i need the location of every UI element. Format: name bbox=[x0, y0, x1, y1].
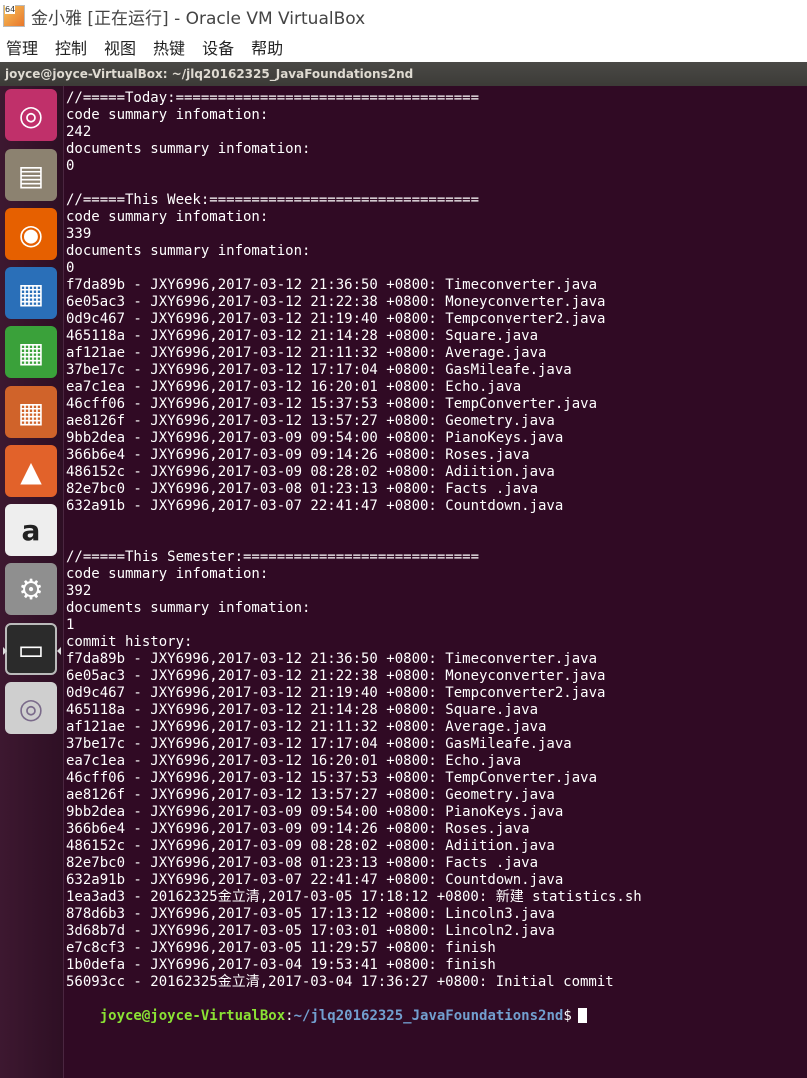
text-cursor bbox=[577, 1008, 587, 1023]
terminal-line: f7da89b - JXY6996,2017-03-12 21:36:50 +0… bbox=[66, 651, 598, 667]
terminal-line: 82e7bc0 - JXY6996,2017-03-08 01:23:13 +0… bbox=[66, 481, 539, 497]
terminal-line: af121ae - JXY6996,2017-03-12 21:11:32 +0… bbox=[66, 345, 547, 361]
terminal-line: 632a91b - JXY6996,2017-03-07 22:41:47 +0… bbox=[66, 498, 564, 514]
terminal-line: documents summary infomation: bbox=[66, 141, 311, 157]
launcher-item[interactable]: ▦ bbox=[5, 267, 57, 319]
terminal-line: 339 bbox=[66, 226, 92, 242]
terminal-line: 1 bbox=[66, 617, 75, 633]
terminal-line: documents summary infomation: bbox=[66, 243, 311, 259]
terminal-line: ea7c1ea - JXY6996,2017-03-12 16:20:01 +0… bbox=[66, 379, 522, 395]
launcher-item[interactable]: ◎ bbox=[5, 682, 57, 734]
terminal-line: 46cff06 - JXY6996,2017-03-12 15:37:53 +0… bbox=[66, 770, 598, 786]
menu-help[interactable]: 帮助 bbox=[251, 35, 283, 59]
terminal-lines: //=====Today:===========================… bbox=[66, 90, 807, 991]
terminal-line: 9bb2dea - JXY6996,2017-03-09 09:54:00 +0… bbox=[66, 804, 564, 820]
prompt-colon: : bbox=[285, 1008, 294, 1024]
prompt-path: ~/jlq20162325_JavaFoundations2nd bbox=[293, 1008, 564, 1024]
libreoffice-calc-icon: ▦ bbox=[17, 335, 45, 369]
terminal-line: ae8126f - JXY6996,2017-03-12 13:57:27 +0… bbox=[66, 413, 555, 429]
menu-hotkeys[interactable]: 热键 bbox=[153, 35, 185, 59]
firefox-icon: ◉ bbox=[18, 217, 44, 251]
terminal-line: documents summary infomation: bbox=[66, 600, 311, 616]
prompt-user-host: joyce@joyce-VirtualBox bbox=[99, 1008, 286, 1024]
launcher-item[interactable]: a bbox=[5, 504, 57, 556]
terminal-line: 366b6e4 - JXY6996,2017-03-09 09:14:26 +0… bbox=[66, 447, 530, 463]
launcher-item[interactable]: ▲ bbox=[5, 445, 57, 497]
terminal-line: 82e7bc0 - JXY6996,2017-03-08 01:23:13 +0… bbox=[66, 855, 539, 871]
window-title: 金小雅 [正在运行] - Oracle VM VirtualBox bbox=[31, 8, 366, 29]
prompt-symbol: $ bbox=[563, 1008, 572, 1024]
terminal-line: 878d6b3 - JXY6996,2017-03-05 17:13:12 +0… bbox=[66, 906, 555, 922]
terminal-titlebar: joyce@joyce-VirtualBox: ~/jlq20162325_Ja… bbox=[0, 62, 807, 86]
terminal-line: 465118a - JXY6996,2017-03-12 21:14:28 +0… bbox=[66, 702, 539, 718]
terminal-line: 37be17c - JXY6996,2017-03-12 17:17:04 +0… bbox=[66, 362, 572, 378]
launcher-item[interactable]: ▤ bbox=[5, 149, 57, 201]
terminal-line: 486152c - JXY6996,2017-03-09 08:28:02 +0… bbox=[66, 464, 555, 480]
terminal-line: 465118a - JXY6996,2017-03-12 21:14:28 +0… bbox=[66, 328, 539, 344]
dvd-icon: ◎ bbox=[18, 691, 44, 725]
app-icon-badge: 64 bbox=[5, 5, 16, 14]
files-icon: ▤ bbox=[17, 158, 45, 192]
unity-launcher: ◎ ▤ ◉ ▦ ▦ ▦ ▲ a ⚙ ▭ ◎ bbox=[0, 86, 64, 1078]
terminal-line: //=====This Semester:===================… bbox=[66, 549, 480, 565]
menu-manage[interactable]: 管理 bbox=[6, 35, 38, 59]
virtualbox-app-icon[interactable]: 64 bbox=[3, 5, 25, 27]
terminal-line: 6e05ac3 - JXY6996,2017-03-12 21:22:38 +0… bbox=[66, 294, 606, 310]
terminal-line: 1b0defa - JXY6996,2017-03-04 19:53:41 +0… bbox=[66, 957, 496, 973]
virtualbox-titlebar: 64 金小雅 [正在运行] - Oracle VM VirtualBox bbox=[0, 0, 807, 32]
terminal-line: af121ae - JXY6996,2017-03-12 21:11:32 +0… bbox=[66, 719, 547, 735]
terminal-line: 392 bbox=[66, 583, 92, 599]
terminal-line: code summary infomation: bbox=[66, 107, 269, 123]
focused-indicator bbox=[57, 647, 61, 655]
menu-devices[interactable]: 设备 bbox=[202, 35, 234, 59]
terminal-line: 37be17c - JXY6996,2017-03-12 17:17:04 +0… bbox=[66, 736, 572, 752]
terminal-line: 56093cc - 20162325金立清,2017-03-04 17:36:2… bbox=[66, 974, 614, 990]
terminal-line: 0 bbox=[66, 158, 75, 174]
terminal-line: 242 bbox=[66, 124, 92, 140]
launcher-item[interactable]: ▦ bbox=[5, 386, 57, 438]
terminal-line: 9bb2dea - JXY6996,2017-03-09 09:54:00 +0… bbox=[66, 430, 564, 446]
launcher-item[interactable]: ▦ bbox=[5, 326, 57, 378]
shell-prompt[interactable]: joyce@joyce-VirtualBox:~/jlq20162325_Jav… bbox=[66, 991, 807, 1024]
libreoffice-impress-icon: ▦ bbox=[17, 395, 45, 429]
virtualbox-menubar: 管理 控制 视图 热键 设备 帮助 bbox=[0, 32, 807, 62]
terminal-line: commit history: bbox=[66, 634, 193, 650]
terminal-line: 46cff06 - JXY6996,2017-03-12 15:37:53 +0… bbox=[66, 396, 598, 412]
terminal-line: 0d9c467 - JXY6996,2017-03-12 21:19:40 +0… bbox=[66, 311, 606, 327]
terminal-line: //=====Today:===========================… bbox=[66, 90, 480, 106]
terminal-line: 632a91b - JXY6996,2017-03-07 22:41:47 +0… bbox=[66, 872, 564, 888]
terminal-line: 0 bbox=[66, 260, 75, 276]
terminal-line: 486152c - JXY6996,2017-03-09 08:28:02 +0… bbox=[66, 838, 555, 854]
launcher-item[interactable]: ⚙ bbox=[5, 563, 57, 615]
libreoffice-writer-icon: ▦ bbox=[17, 276, 45, 310]
menu-view[interactable]: 视图 bbox=[104, 35, 136, 59]
terminal-line: code summary infomation: bbox=[66, 566, 269, 582]
software-center-icon: ▲ bbox=[20, 454, 42, 488]
launcher-item[interactable]: ◉ bbox=[5, 208, 57, 260]
terminal-line: //=====This Week:=======================… bbox=[66, 192, 480, 208]
menu-control[interactable]: 控制 bbox=[55, 35, 87, 59]
launcher-item[interactable]: ◎ bbox=[5, 89, 57, 141]
terminal-line: 3d68b7d - JXY6996,2017-03-05 17:03:01 +0… bbox=[66, 923, 555, 939]
launcher-item[interactable]: ▭ bbox=[3, 623, 61, 675]
running-indicator bbox=[3, 647, 7, 655]
terminal-line: 1ea3ad3 - 20162325金立清,2017-03-05 17:18:1… bbox=[66, 889, 642, 905]
terminal-line: code summary infomation: bbox=[66, 209, 269, 225]
terminal-icon: ▭ bbox=[17, 632, 45, 666]
system-settings-icon: ⚙ bbox=[18, 572, 44, 606]
ubuntu-dash-icon: ◎ bbox=[18, 98, 44, 132]
amazon-icon: a bbox=[21, 513, 41, 547]
terminal-line: f7da89b - JXY6996,2017-03-12 21:36:50 +0… bbox=[66, 277, 598, 293]
terminal-line: 0d9c467 - JXY6996,2017-03-12 21:19:40 +0… bbox=[66, 685, 606, 701]
terminal-output[interactable]: //=====Today:===========================… bbox=[64, 86, 807, 1078]
terminal-line: ae8126f - JXY6996,2017-03-12 13:57:27 +0… bbox=[66, 787, 555, 803]
terminal-line: e7c8cf3 - JXY6996,2017-03-05 11:29:57 +0… bbox=[66, 940, 496, 956]
terminal-line: 6e05ac3 - JXY6996,2017-03-12 21:22:38 +0… bbox=[66, 668, 606, 684]
terminal-line: ea7c1ea - JXY6996,2017-03-12 16:20:01 +0… bbox=[66, 753, 522, 769]
terminal-line: 366b6e4 - JXY6996,2017-03-09 09:14:26 +0… bbox=[66, 821, 530, 837]
